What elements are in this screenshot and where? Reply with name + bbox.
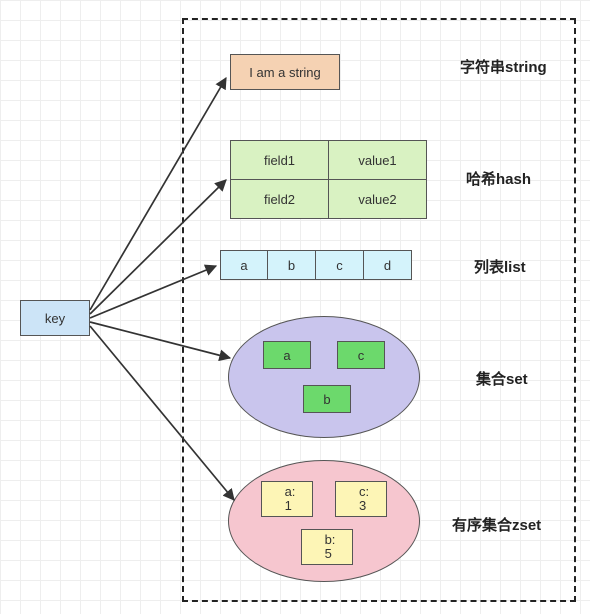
- type-label-list: 列表list: [474, 256, 526, 277]
- key-box: key: [20, 300, 90, 336]
- set-member: b: [303, 385, 351, 413]
- set-member: a: [263, 341, 311, 369]
- type-label-string: 字符串string: [460, 56, 547, 77]
- zset-member: c: 3: [335, 481, 387, 517]
- zset-member-text: b: 5: [325, 533, 336, 562]
- string-value-box: I am a string: [230, 54, 340, 90]
- type-label-hash: 哈希hash: [466, 168, 531, 189]
- hash-value: value2: [329, 180, 427, 219]
- hash-row: field1 value1: [231, 141, 427, 180]
- zset-ellipse: a: 1 c: 3 b: 5: [228, 460, 420, 582]
- hash-value: value1: [329, 141, 427, 180]
- hash-table: field1 value1 field2 value2: [230, 140, 427, 219]
- type-label-zset: 有序集合zset: [452, 514, 541, 535]
- list-cell: d: [364, 250, 412, 280]
- zset-member-text: c: 3: [359, 485, 369, 514]
- list-row: a b c d: [220, 250, 412, 280]
- key-label: key: [45, 311, 65, 326]
- string-value: I am a string: [249, 65, 321, 80]
- set-member: c: [337, 341, 385, 369]
- zset-member: b: 5: [301, 529, 353, 565]
- list-cell: c: [316, 250, 364, 280]
- type-label-set: 集合set: [476, 368, 528, 389]
- list-cell: b: [268, 250, 316, 280]
- hash-field: field2: [231, 180, 329, 219]
- zset-member-text: a: 1: [285, 485, 296, 514]
- hash-row: field2 value2: [231, 180, 427, 219]
- zset-member: a: 1: [261, 481, 313, 517]
- set-ellipse: a c b: [228, 316, 420, 438]
- hash-field: field1: [231, 141, 329, 180]
- list-cell: a: [220, 250, 268, 280]
